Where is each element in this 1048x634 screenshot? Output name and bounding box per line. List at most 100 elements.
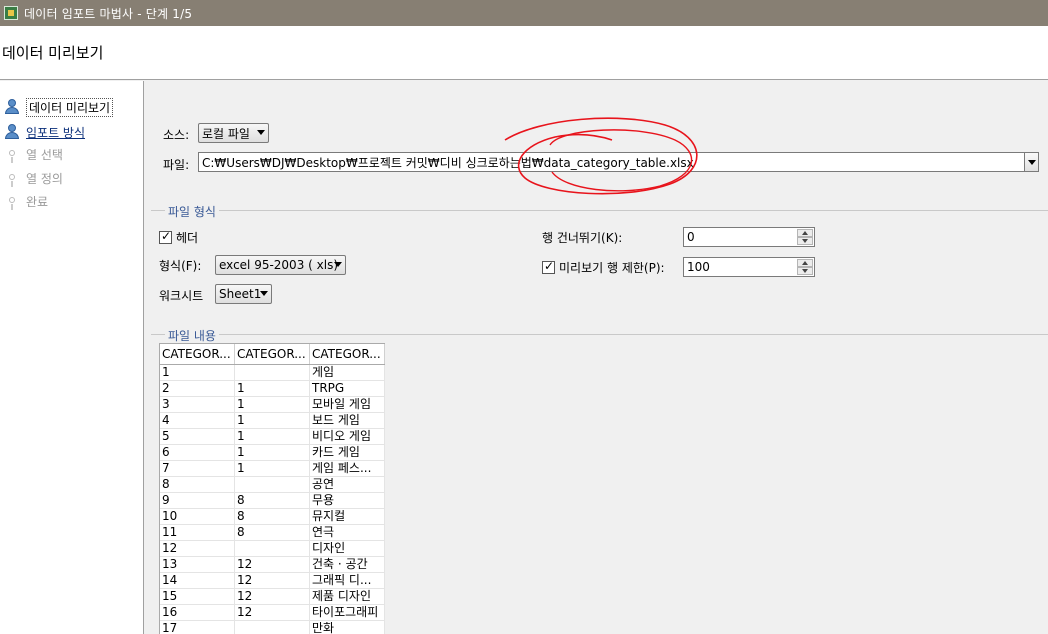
step-finish: 완료 <box>0 191 140 211</box>
table-cell: 14 <box>160 573 235 588</box>
table-cell: 타이포그래피 <box>310 605 385 620</box>
table-cell: 만화 <box>310 621 385 634</box>
step-navigation: 데이터 미리보기 임포트 방식 열 선택 열 정의 완료 <box>0 81 144 634</box>
file-dropdown-button[interactable] <box>1024 152 1039 172</box>
table-row[interactable]: 15 12 제품 디자인 <box>160 589 385 605</box>
source-select[interactable]: 로컬 파일 <box>198 123 269 143</box>
table-cell: 4 <box>160 413 235 428</box>
table-cell <box>235 541 310 556</box>
table-cell: 1 <box>235 413 310 428</box>
table-cell: 뮤지컬 <box>310 509 385 524</box>
step-dot-icon <box>4 146 20 163</box>
table-cell: 15 <box>160 589 235 604</box>
step-import-method[interactable]: 임포트 방식 <box>0 122 140 142</box>
table-cell: 게임 페스... <box>310 461 385 476</box>
table-cell: 8 <box>235 493 310 508</box>
step-dot-icon <box>4 170 20 187</box>
file-label: 파일: <box>163 158 190 172</box>
table-cell: 1 <box>235 429 310 444</box>
table-cell: 2 <box>160 381 235 396</box>
spin-down-icon[interactable] <box>797 267 813 275</box>
table-row[interactable]: 8 공연 <box>160 477 385 493</box>
table-cell: 3 <box>160 397 235 412</box>
table-cell: 5 <box>160 429 235 444</box>
preview-limit-checkbox[interactable]: 미리보기 행 제한(P): <box>542 259 665 276</box>
table-row[interactable]: 2 1 TRPG <box>160 381 385 397</box>
skip-rows-value: 0 <box>687 230 695 244</box>
column-header[interactable]: CATEGOR... <box>160 344 235 364</box>
table-row[interactable]: 14 12 그래픽 디... <box>160 573 385 589</box>
table-cell: 12 <box>235 605 310 620</box>
step-label: 임포트 방식 <box>26 125 86 140</box>
table-row[interactable]: 4 1 보드 게임 <box>160 413 385 429</box>
table-row[interactable]: 9 8 무용 <box>160 493 385 509</box>
step-column-define: 열 정의 <box>0 168 140 188</box>
format-select[interactable]: excel 95-2003 ( xls) <box>215 255 346 275</box>
table-row[interactable]: 5 1 비디오 게임 <box>160 429 385 445</box>
table-cell: 모바일 게임 <box>310 397 385 412</box>
main-panel: 소스: 로컬 파일 파일: C:₩Users₩DJ₩Desktop₩프로젝트 커… <box>145 81 1048 634</box>
file-content-table[interactable]: CATEGOR... CATEGOR... CATEGOR... 1 게임 2 1 TR… <box>159 343 385 634</box>
table-row[interactable]: 1 게임 <box>160 365 385 381</box>
step-data-preview[interactable]: 데이터 미리보기 <box>0 97 140 117</box>
table-cell: 17 <box>160 621 235 634</box>
step-label: 데이터 미리보기 <box>26 97 114 117</box>
table-cell: 공연 <box>310 477 385 492</box>
header-checkbox-label: 헤더 <box>176 231 199 245</box>
table-row[interactable]: 13 12 건축 · 공간 <box>160 557 385 573</box>
file-content-legend: 파일 내용 <box>165 327 219 344</box>
table-cell <box>235 365 310 380</box>
table-cell: 8 <box>160 477 235 492</box>
table-body: 1 게임 2 1 TRPG 3 1 모바일 게임 4 1 보드 게임 5 1 비디오 게임 6 1 카드 게임 7… <box>160 365 385 634</box>
table-cell: 연극 <box>310 525 385 540</box>
table-row[interactable]: 12 디자인 <box>160 541 385 557</box>
table-row[interactable]: 16 12 타이포그래피 <box>160 605 385 621</box>
source-value: 로컬 파일 <box>202 126 250 141</box>
chevron-down-icon <box>260 291 268 296</box>
table-cell: 12 <box>235 557 310 572</box>
table-row[interactable]: 7 1 게임 페스... <box>160 461 385 477</box>
table-cell: 12 <box>235 573 310 588</box>
column-header[interactable]: CATEGOR... <box>310 344 385 364</box>
spin-up-icon[interactable] <box>797 229 813 237</box>
step-label: 열 선택 <box>26 147 63 162</box>
page-title: 데이터 미리보기 <box>2 44 104 62</box>
worksheet-select[interactable]: Sheet1 <box>215 284 272 304</box>
step-column-select: 열 선택 <box>0 144 140 164</box>
window-title-bar: 데이터 임포트 마법사 - 단계 1/5 <box>0 0 1048 26</box>
table-cell: 9 <box>160 493 235 508</box>
table-cell: 11 <box>160 525 235 540</box>
spin-down-icon[interactable] <box>797 237 813 245</box>
window-title: 데이터 임포트 마법사 - 단계 1/5 <box>24 6 193 21</box>
table-row[interactable]: 10 8 뮤지컬 <box>160 509 385 525</box>
format-value: excel 95-2003 ( xls) <box>219 258 339 272</box>
header-checkbox[interactable]: 헤더 <box>159 229 198 246</box>
wizard-header: 데이터 미리보기 <box>0 26 1048 80</box>
table-cell: 6 <box>160 445 235 460</box>
person-icon <box>4 124 20 140</box>
table-cell: 1 <box>235 397 310 412</box>
table-row[interactable]: 17 만화 <box>160 621 385 634</box>
table-cell: 1 <box>235 461 310 476</box>
table-cell: 8 <box>235 509 310 524</box>
skip-rows-spinner[interactable]: 0 <box>683 227 815 247</box>
spin-up-icon[interactable] <box>797 259 813 267</box>
checkbox-checked-icon <box>159 229 172 244</box>
table-row[interactable]: 6 1 카드 게임 <box>160 445 385 461</box>
table-cell: TRPG <box>310 381 385 396</box>
chevron-down-icon <box>334 262 342 267</box>
table-cell: 7 <box>160 461 235 476</box>
table-cell: 12 <box>160 541 235 556</box>
column-header[interactable]: CATEGOR... <box>235 344 310 364</box>
table-cell: 보드 게임 <box>310 413 385 428</box>
table-row[interactable]: 11 8 연극 <box>160 525 385 541</box>
table-cell: 10 <box>160 509 235 524</box>
table-cell: 디자인 <box>310 541 385 556</box>
file-path-input[interactable]: C:₩Users₩DJ₩Desktop₩프로젝트 커밋₩디비 싱크로하는법₩da… <box>198 152 1039 172</box>
checkbox-checked-icon <box>542 259 555 274</box>
table-cell: 12 <box>235 589 310 604</box>
table-cell: 1 <box>235 381 310 396</box>
preview-limit-spinner[interactable]: 100 <box>683 257 815 277</box>
table-row[interactable]: 3 1 모바일 게임 <box>160 397 385 413</box>
app-icon <box>4 6 18 20</box>
